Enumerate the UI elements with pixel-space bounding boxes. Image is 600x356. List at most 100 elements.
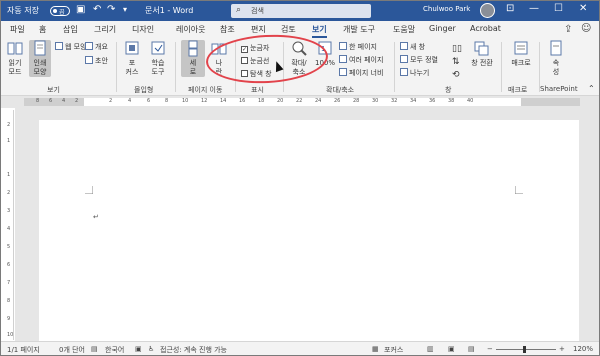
web-layout-view-icon[interactable]: ▤ — [468, 345, 475, 353]
properties-button[interactable]: 속 성 — [544, 40, 568, 77]
ribbon-options-icon[interactable]: ⊡ — [506, 3, 514, 14]
one-page-label: 한 페이지 — [349, 43, 377, 51]
reset-window-icon[interactable]: ⟲ — [452, 70, 460, 80]
tab-ginger[interactable]: Ginger — [429, 24, 456, 33]
multiple-pages-label: 여러 페이지 — [349, 56, 384, 64]
focus-mode-icon[interactable]: ▦ — [372, 345, 379, 353]
collapse-ribbon-icon[interactable]: ⌃ — [588, 84, 595, 93]
ribbon-tabs: 파일 홈 삽입 그리기 디자인 레이아웃 참조 편지 검토 보기 개발 도구 도… — [1, 21, 599, 38]
maximize-icon[interactable]: ☐ — [554, 3, 563, 14]
accessibility-status[interactable]: 접근성: 계속 진행 가능 — [160, 345, 227, 355]
undo-icon[interactable]: ↶ — [93, 4, 101, 16]
save-icon[interactable]: ▣ — [76, 4, 85, 16]
close-icon[interactable]: ✕ — [579, 3, 587, 14]
multiple-pages-button[interactable]: 여러 페이지 — [339, 55, 383, 65]
read-mode-label: 읽기 모드 — [8, 59, 22, 76]
macros-button[interactable]: 매크로 — [507, 40, 535, 68]
one-page-icon — [339, 42, 347, 50]
draft-icon — [85, 56, 93, 64]
zoom-group-label: 확대/축소 — [326, 86, 355, 94]
ruler-tick: 2 — [7, 190, 11, 196]
outline-button[interactable]: 개요 — [85, 42, 108, 52]
search-box[interactable]: ⌕ 검색 — [231, 4, 371, 18]
tab-layout[interactable]: 레이아웃 — [176, 24, 205, 35]
tab-mailings[interactable]: 편지 — [251, 24, 266, 35]
document-area: ↵ — [15, 108, 599, 345]
minimize-icon[interactable]: — — [529, 3, 539, 14]
arrange-all-icon — [400, 55, 408, 63]
margin-corner-mark — [515, 186, 523, 194]
ruler-tick: 14 — [220, 98, 227, 104]
tab-view[interactable]: 보기 — [312, 24, 327, 38]
feedback-icon[interactable]: ☺ — [581, 23, 591, 34]
print-layout-button[interactable]: 인쇄 모양 — [29, 40, 51, 77]
switch-windows-button[interactable]: 창 전환 — [467, 40, 497, 68]
arrange-all-label: 모두 정렬 — [410, 56, 438, 64]
zoom-level[interactable]: 120% — [573, 345, 593, 353]
separator — [116, 42, 117, 92]
tab-insert[interactable]: 삽입 — [63, 24, 78, 35]
ruler-tick: 9 — [7, 316, 11, 322]
print-layout-label: 인쇄 모양 — [33, 59, 47, 76]
customize-icon[interactable]: ▾ — [123, 4, 127, 16]
page-count[interactable]: 1/1 페이지 — [7, 345, 40, 355]
accessibility-icon[interactable]: ♿ — [148, 345, 154, 353]
share-icon[interactable]: ⇪ — [564, 24, 572, 35]
paragraph-mark[interactable]: ↵ — [93, 213, 99, 221]
zoom-in-icon[interactable]: + — [559, 345, 565, 353]
document-page[interactable]: ↵ — [39, 120, 579, 345]
sync-scroll-icon[interactable]: ⇅ — [452, 57, 460, 67]
ruler-tick: 18 — [258, 98, 265, 104]
language[interactable]: 한국어 — [105, 345, 124, 355]
vertical-button[interactable]: 세 로 — [181, 40, 205, 77]
tab-design[interactable]: 디자인 — [132, 24, 154, 35]
one-page-button[interactable]: 한 페이지 — [339, 42, 377, 52]
track-changes-icon[interactable]: ▣ — [135, 345, 142, 353]
ruler-tick: 5 — [7, 244, 11, 250]
focus-button[interactable]: 포 커스 — [121, 40, 143, 77]
split-button[interactable]: 나누기 — [400, 68, 429, 78]
vertical-ruler[interactable]: 2 1 1 2 3 4 5 6 7 8 9 10 — [6, 110, 14, 340]
print-layout-icon — [34, 40, 46, 56]
new-window-button[interactable]: 새 창 — [400, 42, 425, 52]
tab-acrobat[interactable]: Acrobat — [470, 24, 501, 33]
page-move-group-label: 페이지 이동 — [188, 86, 223, 94]
horizontal-ruler[interactable]: 8 6 4 2 2 4 6 8 10 12 14 16 18 20 22 24 … — [24, 98, 580, 106]
learning-tools-button[interactable]: 학습 도구 — [146, 40, 170, 77]
tab-review[interactable]: 검토 — [281, 24, 296, 35]
print-layout-view-icon[interactable]: ▣ — [448, 345, 455, 353]
ruler-tick: 3 — [7, 208, 11, 214]
split-label: 나누기 — [410, 69, 430, 77]
proofing-icon[interactable]: ▤ — [91, 345, 98, 353]
title-bar: 자동 저장 끔 ▣ ↶ ↷ ▾ 문서1 - Word ⌕ 검색 Chulwoo … — [1, 1, 599, 21]
arrange-all-button[interactable]: 모두 정렬 — [400, 55, 438, 65]
focus-mode-label[interactable]: 포커스 — [384, 345, 403, 355]
tab-developer[interactable]: 개발 도구 — [343, 24, 375, 35]
web-layout-button[interactable]: 웹 모양 — [55, 42, 87, 52]
tab-help[interactable]: 도움말 — [393, 24, 415, 35]
zoom-slider[interactable] — [496, 349, 556, 350]
properties-label: 속 성 — [552, 59, 560, 76]
autosave-toggle[interactable]: 끔 — [50, 6, 70, 16]
read-mode-button[interactable]: 읽기 모드 — [5, 40, 25, 77]
tab-home[interactable]: 홈 — [39, 24, 46, 35]
ruler-tick: 32 — [391, 98, 398, 104]
redo-icon[interactable]: ↷ — [107, 4, 115, 16]
word-count[interactable]: 0개 단어 — [59, 345, 85, 355]
view-side-by-side-icon[interactable]: ▯▯ — [452, 44, 462, 54]
ruler-tick: 10 — [7, 332, 14, 338]
avatar[interactable] — [480, 3, 495, 18]
toggle-knob — [53, 9, 57, 13]
user-name[interactable]: Chulwoo Park — [423, 5, 470, 13]
zoom-slider-handle[interactable] — [523, 346, 526, 353]
tab-draw[interactable]: 그리기 — [94, 24, 116, 35]
read-mode-view-icon[interactable]: ▥ — [427, 345, 434, 353]
outline-icon — [85, 42, 93, 50]
page-width-button[interactable]: 페이지 너비 — [339, 68, 383, 78]
tab-references[interactable]: 참조 — [220, 24, 235, 35]
ruler-tick: 26 — [334, 98, 341, 104]
tab-file[interactable]: 파일 — [10, 24, 25, 35]
ruler-tick: 20 — [277, 98, 284, 104]
zoom-out-icon[interactable]: − — [487, 345, 493, 353]
draft-button[interactable]: 초안 — [85, 56, 108, 66]
